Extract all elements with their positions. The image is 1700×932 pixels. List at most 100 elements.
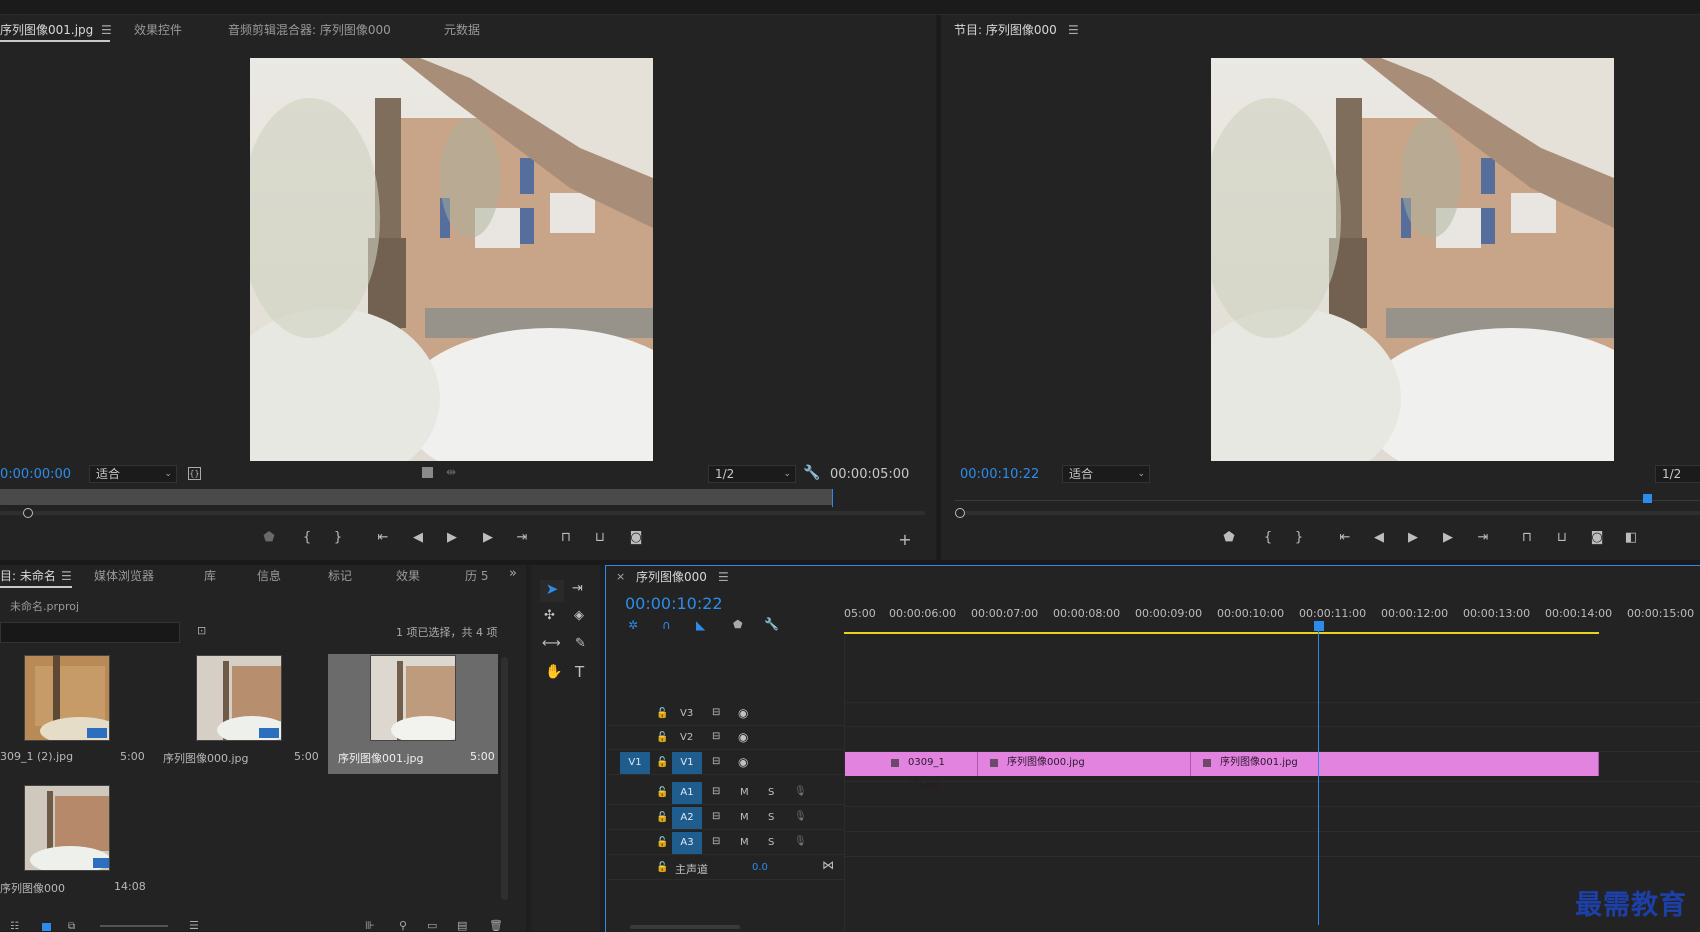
source-resolution-dropdown[interactable]: 1/2 ⌄ xyxy=(708,465,796,483)
lift-icon[interactable]: ⊓ xyxy=(1516,530,1538,545)
program-resolution-dropdown[interactable]: 1/2 xyxy=(1655,465,1700,483)
panel-menu-icon[interactable]: ☰ xyxy=(1068,23,1079,37)
timeline-clip[interactable]: 0309_1 (2).jpg xyxy=(845,752,978,790)
list-view-icon[interactable]: ☷ xyxy=(10,921,19,932)
tab-effect-controls[interactable]: 效果控件 xyxy=(134,21,182,38)
timeline-playhead-line[interactable] xyxy=(1318,630,1319,925)
work-area-bar[interactable] xyxy=(844,632,1599,634)
pen-tool-icon[interactable]: ✎ xyxy=(575,636,586,651)
track-header-a2[interactable]: 🔓 A2 ⊟ M S 🎙 xyxy=(608,806,844,830)
mark-in-icon[interactable]: { xyxy=(1257,530,1279,545)
eye-icon[interactable]: ◉ xyxy=(738,706,748,720)
tab-project[interactable]: 目: 未命名 xyxy=(0,567,56,584)
track-header-v1[interactable]: 🔓 V1 ⊟ ◉ xyxy=(608,751,844,775)
microphone-icon[interactable]: 🎙 xyxy=(794,786,807,797)
solo-button[interactable]: S xyxy=(768,837,774,848)
lock-icon[interactable]: 🔓 xyxy=(656,787,668,798)
lock-icon[interactable]: 🔓 xyxy=(656,708,668,719)
source-fit-dropdown[interactable]: 适合 ⌄ xyxy=(89,465,177,483)
camera-icon[interactable]: ◙ xyxy=(1586,530,1608,545)
source-video-frame[interactable] xyxy=(250,58,653,461)
new-item-icon[interactable]: ▤ xyxy=(457,919,467,932)
panel-menu-icon[interactable]: ☰ xyxy=(61,569,72,583)
linked-selection-icon[interactable]: ◣ xyxy=(696,618,705,632)
step-back-icon[interactable]: ◀ xyxy=(407,530,429,545)
thumbnail-size-slider[interactable] xyxy=(100,925,168,927)
tab-media-browser[interactable]: 媒体浏览器 xyxy=(94,567,154,584)
panel-menu-icon[interactable]: ☰ xyxy=(101,23,112,37)
razor-tool-icon[interactable]: ◈ xyxy=(574,608,584,623)
sync-lock-icon[interactable]: ⊟ xyxy=(712,756,720,767)
program-playhead[interactable] xyxy=(1643,494,1652,503)
solo-button[interactable]: S xyxy=(768,812,774,823)
snap-magnet-icon[interactable]: ∩ xyxy=(662,618,671,632)
track-select-tool-icon[interactable]: ⇥ xyxy=(572,581,583,596)
tab-audio-mixer[interactable]: 音频剪辑混合器: 序列图像000 xyxy=(228,21,391,38)
wrench-icon[interactable]: 🔧 xyxy=(803,465,820,481)
hand-tool-icon[interactable]: ✋ xyxy=(545,664,562,680)
tab-effects[interactable]: 效果 xyxy=(396,567,420,584)
track-label[interactable]: A1 xyxy=(672,782,702,804)
timeline-timecode[interactable]: 00:00:10:22 xyxy=(625,594,723,613)
eye-icon[interactable]: ◉ xyxy=(738,730,748,744)
camera-icon[interactable]: ◙ xyxy=(625,530,647,545)
source-playhead[interactable] xyxy=(832,489,833,507)
icon-view-icon[interactable] xyxy=(42,923,51,931)
go-to-out-icon[interactable]: ⇥ xyxy=(511,530,533,545)
mute-button[interactable]: M xyxy=(740,837,749,848)
track-header-a3[interactable]: 🔓 A3 ⊟ M S 🎙 xyxy=(608,831,844,855)
tab-library[interactable]: 库 xyxy=(204,567,216,584)
type-tool-icon[interactable]: T xyxy=(575,663,584,681)
mute-button[interactable]: M xyxy=(740,787,749,798)
track-header-v2[interactable]: 🔓 V2 ⊟ ◉ xyxy=(608,726,844,750)
solo-button[interactable]: S xyxy=(768,787,774,798)
close-icon[interactable]: × xyxy=(616,570,625,583)
panel-menu-icon[interactable]: ☰ xyxy=(718,570,729,584)
sync-lock-icon[interactable]: ⊟ xyxy=(712,731,720,742)
lock-icon[interactable]: 🔓 xyxy=(656,757,668,768)
add-marker-icon[interactable]: ⬟ xyxy=(1218,530,1240,545)
sync-lock-icon[interactable]: ⊟ xyxy=(712,836,720,847)
track-header-master[interactable]: 🔓 主声道 0.0 ⋈ xyxy=(608,856,844,880)
timeline-clip[interactable]: 序列图像000.jpg xyxy=(978,752,1191,776)
microphone-icon[interactable]: 🎙 xyxy=(794,811,807,822)
track-header-a1[interactable]: 🔓 A1 ⊟ M S 🎙 xyxy=(608,781,844,805)
track-label[interactable]: A2 xyxy=(672,807,702,829)
sort-icon[interactable]: ☰ xyxy=(189,919,199,932)
zoom-handle[interactable] xyxy=(955,508,965,518)
lock-icon[interactable]: 🔓 xyxy=(656,862,668,873)
master-end-icon[interactable]: ⋈ xyxy=(822,858,834,872)
add-marker-icon[interactable]: ⬟ xyxy=(733,618,743,631)
program-timeline-ruler[interactable] xyxy=(955,500,1700,501)
go-to-in-icon[interactable]: ⇤ xyxy=(1334,530,1356,545)
sync-lock-icon[interactable]: ⊟ xyxy=(712,707,720,718)
lock-icon[interactable]: 🔓 xyxy=(656,812,668,823)
find-icon[interactable]: ⚲ xyxy=(399,919,407,932)
program-zoom-bar[interactable] xyxy=(955,511,1700,515)
timeline-zoom-scrollbar[interactable] xyxy=(630,925,740,929)
project-item[interactable]: 309_1 (2).jpg 5:00 xyxy=(0,654,152,774)
new-bin-search-icon[interactable]: ⊡ xyxy=(197,624,206,637)
zoom-handle[interactable] xyxy=(23,508,33,518)
sync-lock-icon[interactable]: ⊟ xyxy=(712,811,720,822)
nest-sequence-icon[interactable]: ✲ xyxy=(628,618,638,632)
play-icon[interactable]: ▶ xyxy=(441,530,463,545)
sync-lock-icon[interactable]: ⊟ xyxy=(712,786,720,797)
step-back-icon[interactable]: ◀ xyxy=(1368,530,1390,545)
program-fit-dropdown[interactable]: 适合 ⌄ xyxy=(1062,465,1150,483)
tab-info[interactable]: 信息 xyxy=(257,567,281,584)
compare-icon[interactable]: ◧ xyxy=(1620,530,1642,545)
program-monitor-title[interactable]: 节目: 序列图像000 xyxy=(954,21,1057,38)
timeline-playhead-handle[interactable] xyxy=(1314,621,1324,631)
microphone-icon[interactable]: 🎙 xyxy=(794,836,807,847)
insert-edit-icon[interactable]: {} xyxy=(188,467,201,480)
source-timecode-in[interactable]: 0:00:00:00 xyxy=(0,467,71,482)
program-video-frame[interactable] xyxy=(1211,58,1614,461)
selection-tool-icon[interactable]: ➤ xyxy=(540,580,564,602)
track-label[interactable]: A3 xyxy=(672,832,702,854)
project-search-input[interactable] xyxy=(0,622,180,643)
master-volume-value[interactable]: 0.0 xyxy=(752,862,768,873)
lock-icon[interactable]: 🔓 xyxy=(656,732,668,743)
tab-metadata[interactable]: 元数据 xyxy=(444,21,480,38)
extract-icon[interactable]: ⊔ xyxy=(1551,530,1573,545)
